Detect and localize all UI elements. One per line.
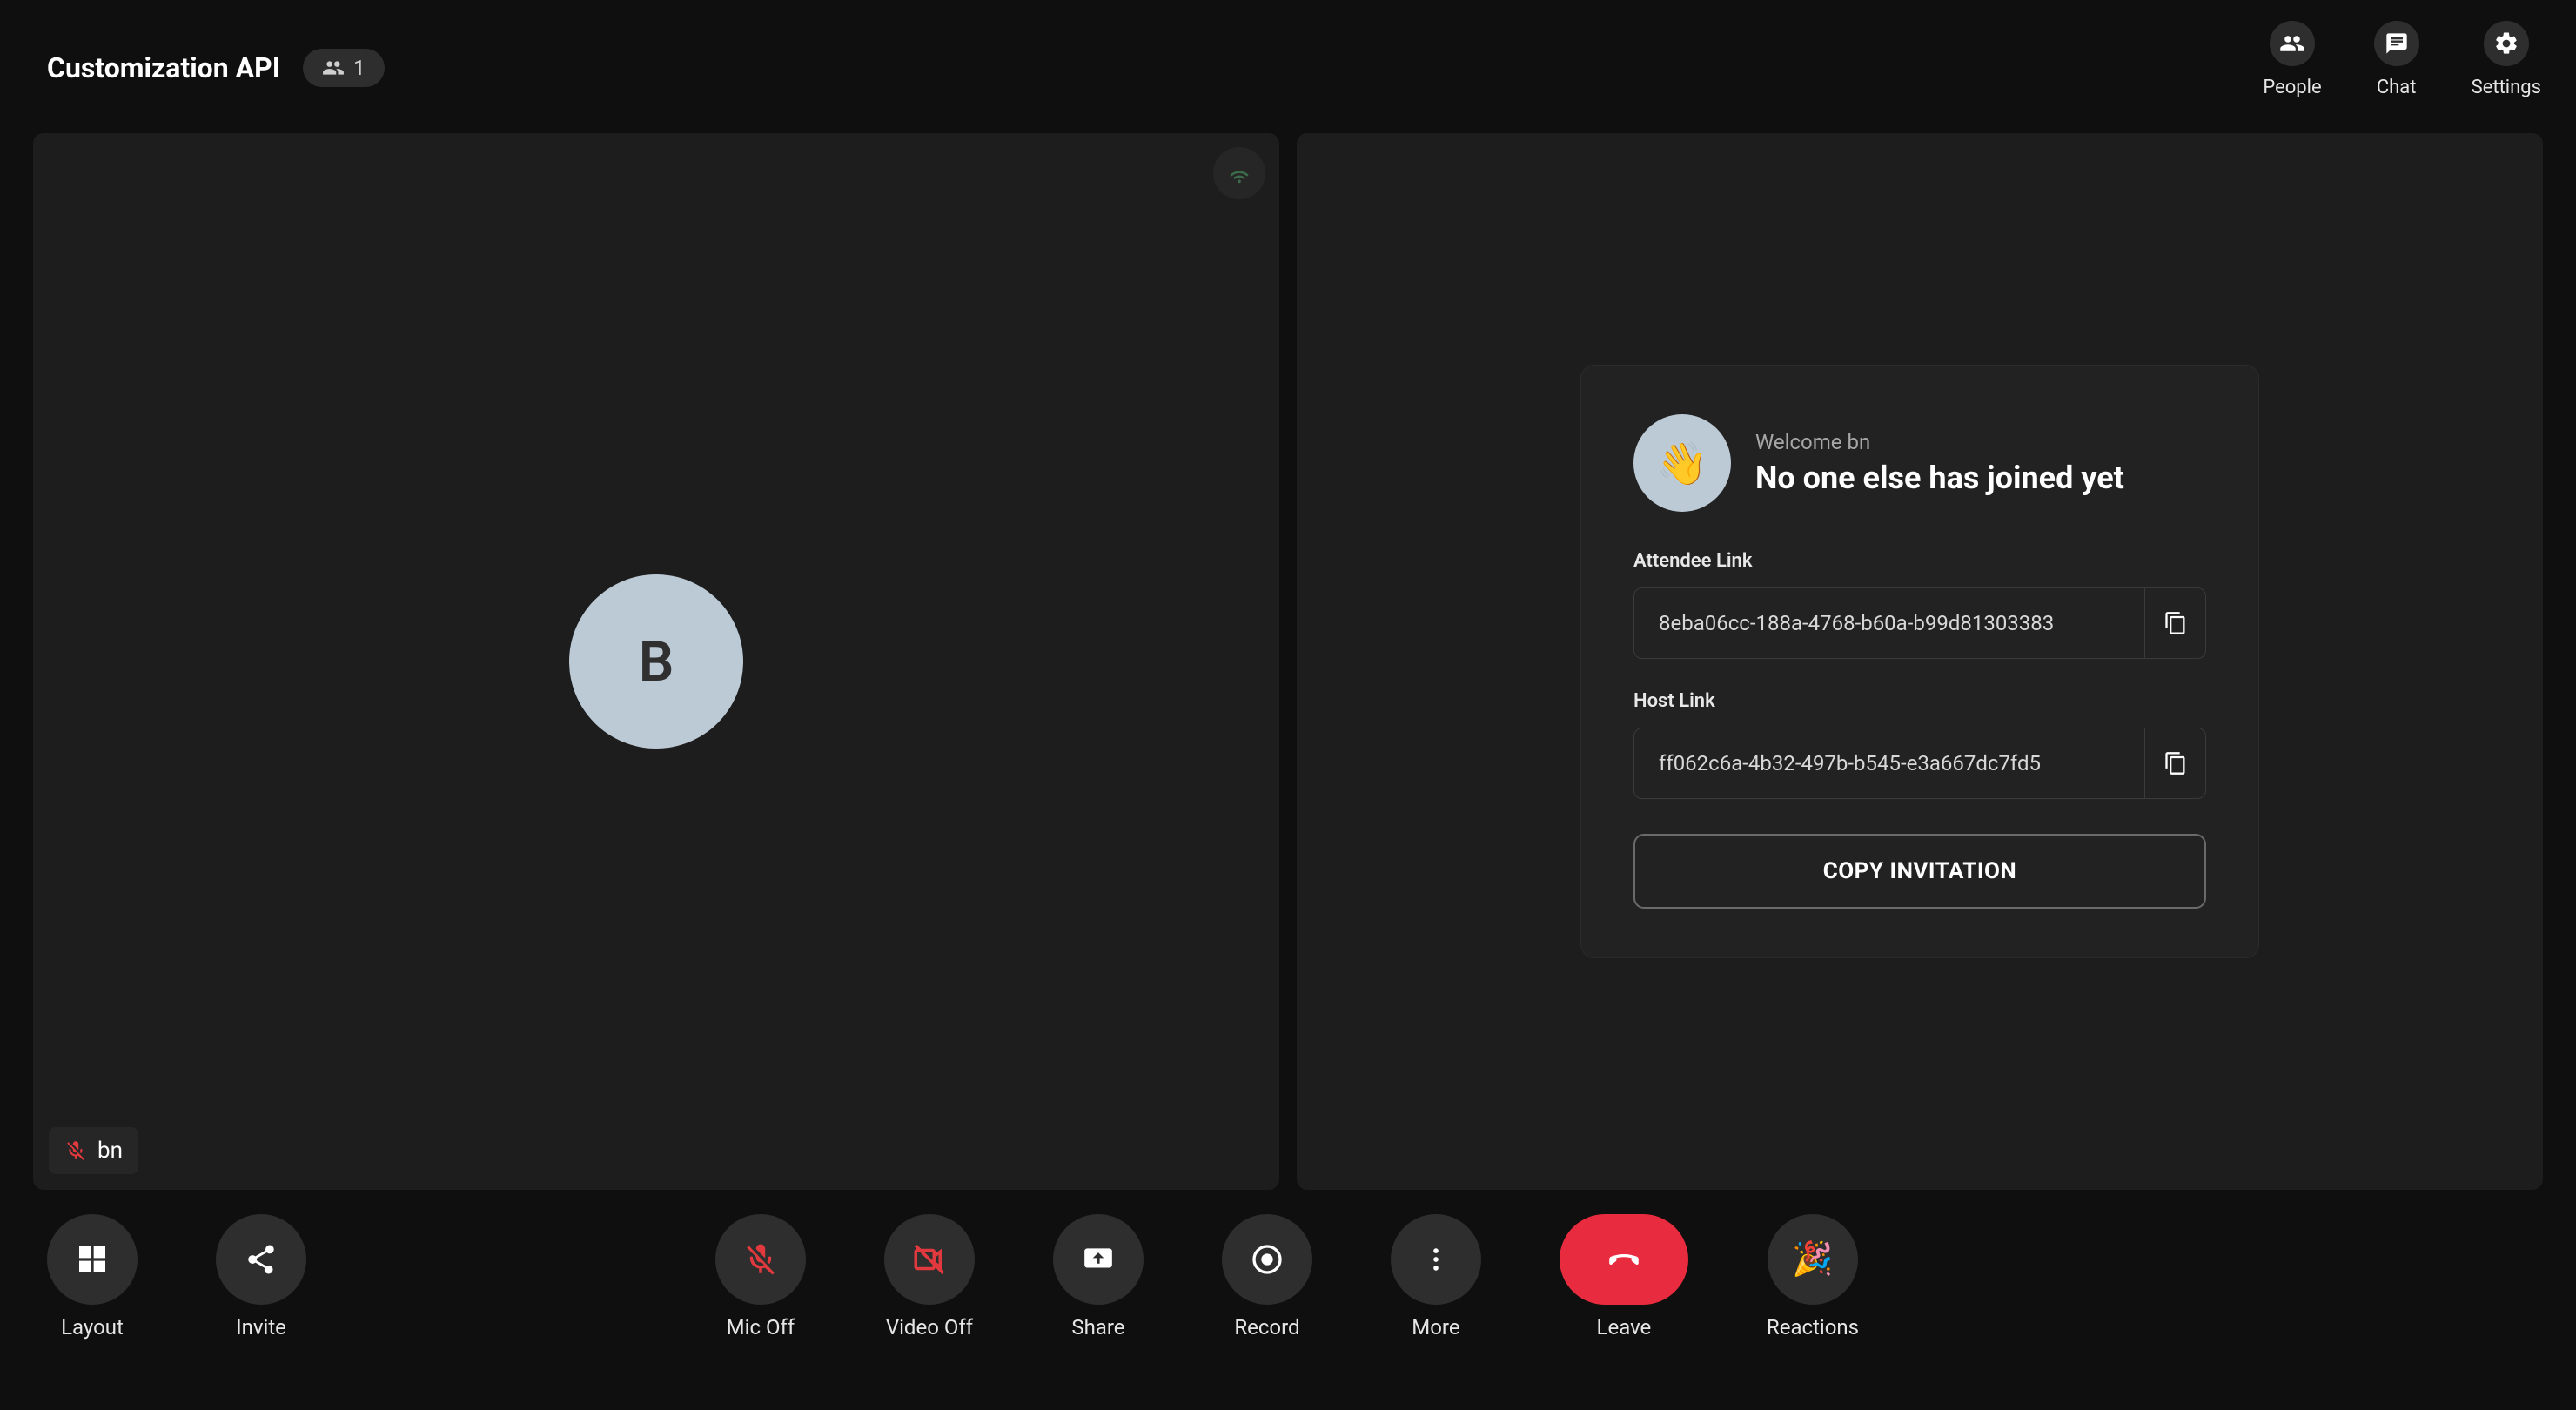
hangup-icon [1603,1239,1645,1280]
people-icon [2279,30,2305,57]
avatar-initial: B [639,629,674,695]
participant-count-chip[interactable]: 1 [303,49,385,87]
invite-button[interactable] [216,1214,306,1305]
reactions-label: Reactions [1767,1315,1859,1340]
welcome-card: 👋 Welcome bn No one else has joined yet … [1580,365,2259,958]
share-label: Share [1071,1315,1124,1340]
mic-off-icon [742,1241,779,1278]
attendee-link-value[interactable]: 8eba06cc-188a-4768-b60a-b99d81303383 [1634,588,2144,658]
welcome-headline: No one else has joined yet [1755,460,2124,496]
people-icon [322,57,345,79]
meeting-title: Customization API [47,51,280,84]
copy-icon [2163,751,2188,776]
self-video-tile: B bn [33,133,1279,1190]
layout-label: Layout [61,1315,124,1340]
video-off-icon [911,1241,948,1278]
participant-name-pill: bn [49,1127,138,1174]
record-label: Record [1234,1315,1299,1340]
video-label: Video Off [886,1315,973,1340]
record-button[interactable] [1222,1214,1312,1305]
settings-button[interactable] [2484,21,2529,66]
people-button[interactable] [2270,21,2315,66]
video-button[interactable] [884,1214,975,1305]
participant-name: bn [97,1138,123,1164]
host-link-value[interactable]: ff062c6a-4b32-497b-b545-e3a667dc7fd5 [1634,728,2144,798]
chat-button[interactable] [2374,21,2419,66]
mic-label: Mic Off [727,1315,795,1340]
layout-button[interactable] [47,1214,138,1305]
leave-label: Leave [1597,1315,1652,1340]
wifi-icon [1226,160,1252,186]
people-label: People [2263,77,2321,98]
settings-label: Settings [2472,77,2541,98]
host-link-label: Host Link [1633,690,2206,712]
copy-host-link-button[interactable] [2144,728,2205,798]
party-icon: 🎉 [1792,1240,1833,1279]
invite-label: Invite [236,1315,286,1340]
chat-icon [2385,31,2409,56]
copy-invitation-button[interactable]: COPY INVITATION [1633,834,2206,909]
chat-label: Chat [2377,77,2417,98]
record-icon [1250,1242,1285,1277]
attendee-link-label: Attendee Link [1633,550,2206,572]
network-quality-badge[interactable] [1213,147,1265,199]
copy-icon [2163,611,2188,635]
wave-icon: 👋 [1633,414,1731,512]
copy-attendee-link-button[interactable] [2144,588,2205,658]
participant-avatar: B [569,574,743,749]
gear-icon [2493,30,2519,57]
more-button[interactable] [1391,1214,1481,1305]
grid-icon [75,1242,110,1277]
mic-off-icon [64,1139,87,1162]
invitation-panel: 👋 Welcome bn No one else has joined yet … [1297,133,2543,1190]
mic-button[interactable] [715,1214,806,1305]
share-icon [244,1242,278,1277]
welcome-greeting: Welcome bn [1755,430,2124,454]
reactions-button[interactable]: 🎉 [1768,1214,1858,1305]
more-vertical-icon [1421,1245,1451,1274]
leave-button[interactable] [1560,1214,1688,1305]
participant-count: 1 [353,56,366,80]
more-label: More [1412,1315,1459,1340]
share-button[interactable] [1053,1214,1144,1305]
screen-share-icon [1082,1243,1115,1276]
